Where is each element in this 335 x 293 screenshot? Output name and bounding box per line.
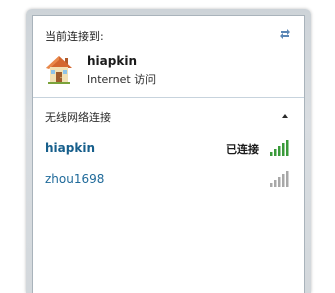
current-connection-section: 当前连接到: hiapkin Internet 访问: [33, 16, 304, 98]
refresh-arrows-icon[interactable]: [278, 27, 292, 41]
network-name: zhou1698: [45, 172, 105, 186]
stage: 当前连接到: hiapkin Internet 访问 无线网络连接 hiapki…: [0, 0, 335, 293]
network-flyout-panel: 当前连接到: hiapkin Internet 访问 无线网络连接 hiapki…: [32, 15, 305, 293]
network-item-zhou1698[interactable]: zhou1698: [37, 169, 301, 191]
network-status: 已连接: [226, 143, 259, 156]
current-network-access: Internet 访问: [87, 73, 157, 86]
signal-strength-icon: [270, 140, 289, 156]
network-name: hiapkin: [45, 141, 95, 155]
wireless-section-header[interactable]: 无线网络连接: [33, 108, 304, 126]
chevron-up-icon[interactable]: [282, 114, 288, 118]
current-network-name[interactable]: hiapkin: [87, 54, 137, 68]
network-item-hiapkin[interactable]: hiapkin 已连接: [37, 138, 301, 160]
house-icon: [46, 56, 72, 84]
connected-to-header: 当前连接到:: [45, 30, 104, 43]
network-flyout-frame: 当前连接到: hiapkin Internet 访问 无线网络连接 hiapki…: [26, 9, 311, 293]
wireless-section-title: 无线网络连接: [45, 111, 111, 124]
signal-strength-icon: [270, 171, 289, 187]
